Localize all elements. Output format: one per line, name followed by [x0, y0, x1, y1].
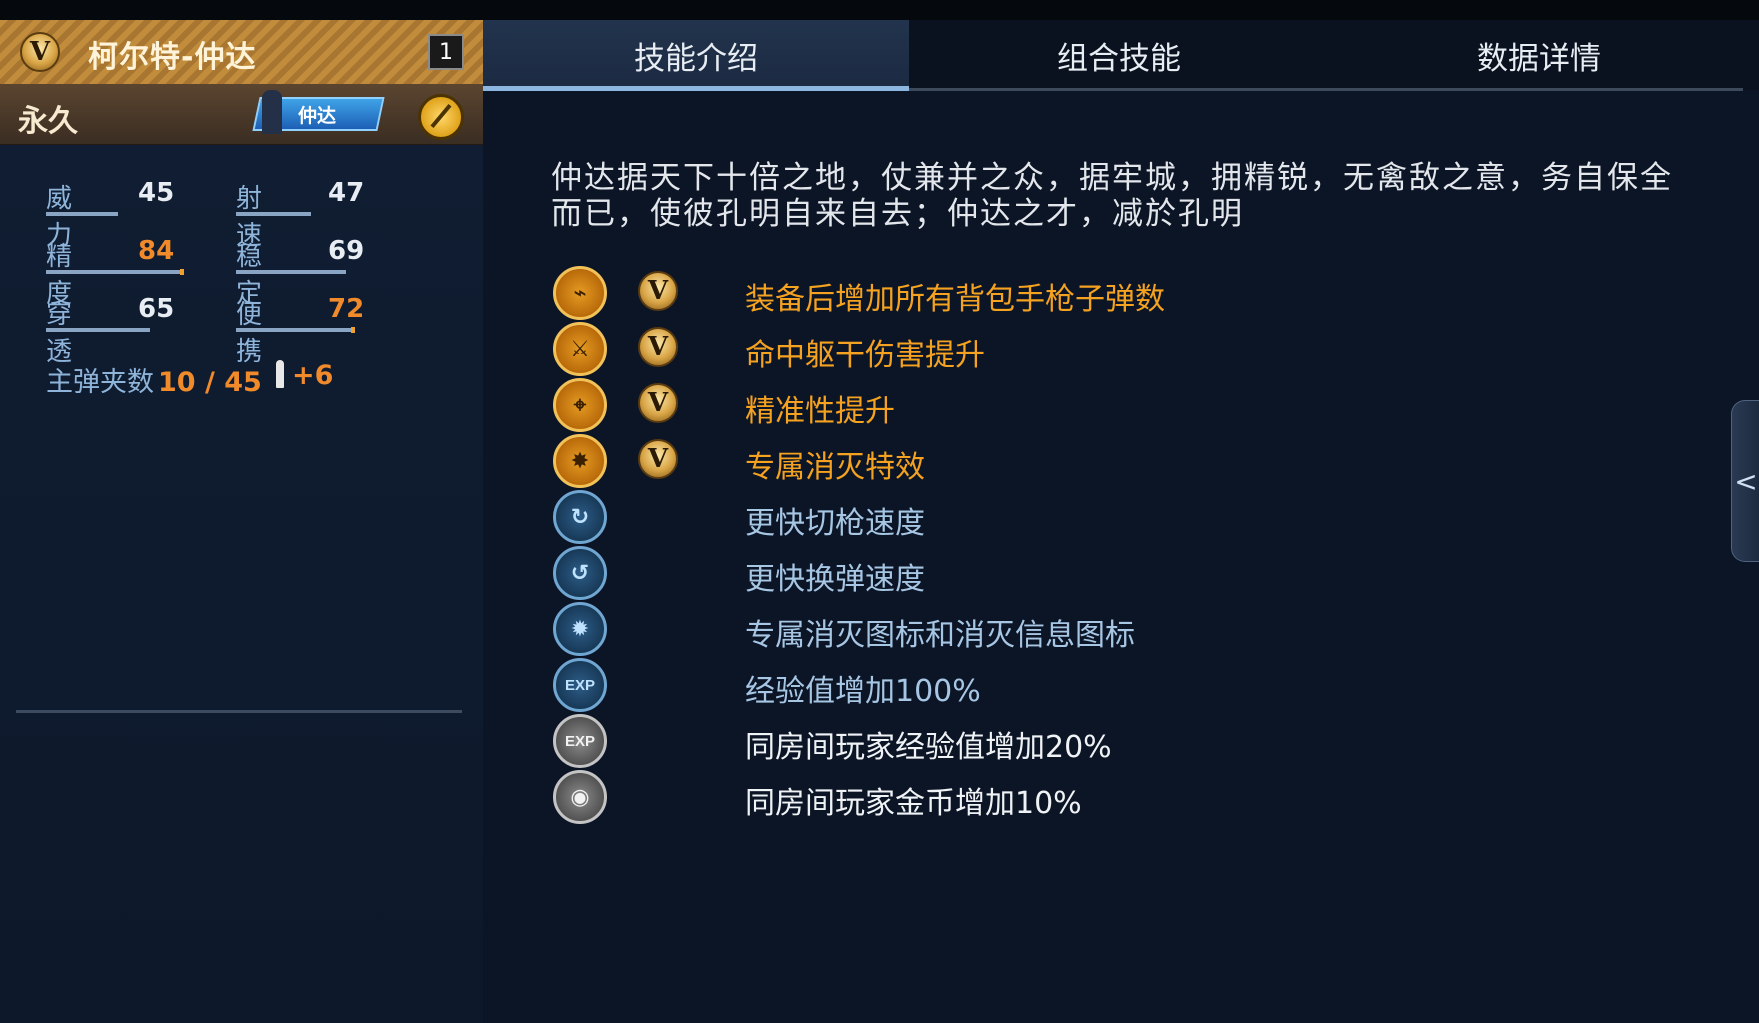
stat-bar — [46, 269, 184, 275]
weapon-title-bar: V 柯尔特-仲达 1 — [0, 20, 483, 85]
character-portrait-icon — [262, 90, 282, 134]
skill-description: 同房间玩家经验值增加20% — [745, 730, 1112, 765]
stat-value: 45 — [138, 178, 175, 208]
pistol-icon: ⌁ — [553, 266, 607, 320]
stat-value: 65 — [138, 294, 175, 324]
kill-effect-icon: ✸ — [553, 434, 607, 488]
stat-bar — [236, 270, 346, 274]
skill-description: 专属消灭图标和消灭信息图标 — [745, 618, 1135, 653]
stat-value: 69 — [328, 236, 365, 266]
stat-bar — [46, 328, 150, 332]
top-strip — [0, 0, 1759, 20]
tab-bar: 技能介绍 组合技能 数据详情 — [483, 20, 1759, 91]
chevron-left-icon: < — [1734, 464, 1758, 498]
skill-description: 经验值增加100% — [745, 674, 981, 709]
skill-description: 更快换弹速度 — [745, 562, 925, 597]
tab-data-details[interactable]: 数据详情 — [1329, 20, 1749, 90]
ammo-bonus: +6 — [292, 360, 334, 391]
v-rank-icon: V — [638, 383, 678, 423]
ammo-info: 主弹夹数 10 / 45 — [46, 360, 262, 399]
v-rank-icon: V — [638, 327, 678, 367]
torso-hit-icon: ⚔ — [553, 322, 607, 376]
skill-description: 更快切枪速度 — [745, 506, 925, 541]
stat-value: 72 — [328, 294, 365, 324]
tab-skill-intro[interactable]: 技能介绍 — [483, 20, 909, 90]
stat-value: 84 — [138, 236, 175, 266]
weapon-description: 仲达据天下十倍之地，仗兼并之众，据牢城，拥精锐，无禽敌之意，务自保全而已，使彼孔… — [551, 160, 1673, 232]
side-collapse-tab[interactable]: < — [1731, 400, 1759, 562]
team-coin-icon: ◉ — [553, 770, 607, 824]
v-rank-icon: V — [638, 439, 678, 479]
reload-icon: ↺ — [553, 546, 607, 600]
v-rank-icon: V — [20, 32, 60, 72]
exp-icon: EXP — [553, 658, 607, 712]
panel-divider — [16, 710, 462, 713]
weapon-sub-bar: 永久 仲达 — [0, 84, 483, 145]
character-tag-label: 仲达 — [298, 105, 337, 127]
team-exp-icon: EXP — [553, 714, 607, 768]
skill-description: 命中躯干伤害提升 — [745, 338, 985, 373]
stat-value: 47 — [328, 178, 365, 208]
stat-bar — [46, 212, 118, 216]
crosshair-icon: ⌖ — [553, 378, 607, 432]
duration-label: 永久 — [18, 104, 78, 139]
slot-number-badge: 1 — [428, 34, 464, 70]
weapon-name: 柯尔特-仲达 — [88, 40, 257, 75]
skill-description: 精准性提升 — [745, 394, 895, 429]
weapon-info-panel: V 柯尔特-仲达 1 永久 仲达 威力 45 射速 47 精度 84 稳定 69 — [0, 20, 484, 1023]
skill-description: 装备后增加所有背包手枪子弹数 — [745, 282, 1165, 317]
v-rank-icon: V — [638, 271, 678, 311]
bullet-icon — [276, 360, 284, 388]
kill-mark-icon: ✹ — [553, 602, 607, 656]
weapon-swap-icon: ↻ — [553, 490, 607, 544]
stat-bar — [236, 327, 355, 333]
ammo-label: 主弹夹数 — [46, 367, 154, 398]
tab-combo-skills[interactable]: 组合技能 — [909, 20, 1329, 90]
skill-description: 专属消灭特效 — [745, 450, 925, 485]
skills-panel: 技能介绍 组合技能 数据详情 仲达据天下十倍之地，仗兼并之众，据牢城，拥精锐，无… — [483, 20, 1759, 1023]
ammo-value: 10 / 45 — [158, 367, 262, 398]
stat-bar — [236, 212, 311, 216]
skill-description: 同房间玩家金币增加10% — [745, 786, 1082, 821]
active-tab-indicator — [483, 86, 909, 91]
weapon-type-icon[interactable] — [418, 94, 464, 140]
